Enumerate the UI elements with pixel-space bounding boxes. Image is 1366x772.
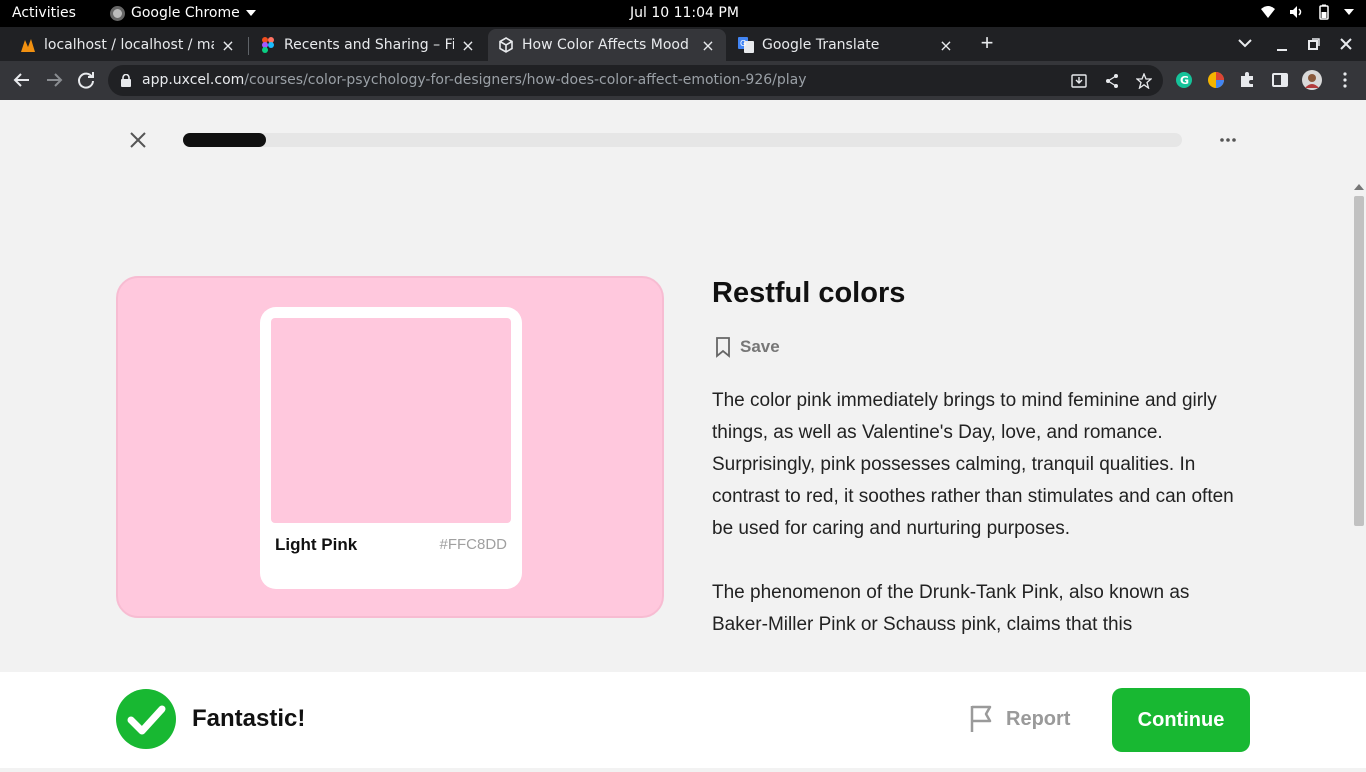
tab-title: How Color Affects Mood ( <box>522 37 694 53</box>
close-icon[interactable]: × <box>220 36 236 55</box>
activities-button[interactable]: Activities <box>12 5 76 21</box>
forward-icon[interactable] <box>43 69 65 91</box>
chevron-down-icon <box>1344 9 1354 15</box>
extension-icon[interactable] <box>1207 71 1225 89</box>
scroll-up-arrow-icon[interactable] <box>1354 184 1364 190</box>
sidepanel-icon[interactable] <box>1271 71 1289 89</box>
lock-icon[interactable] <box>120 74 132 87</box>
svg-text:G: G <box>1180 74 1189 87</box>
tab-title: localhost / localhost / mar <box>44 37 214 53</box>
save-button[interactable]: Save <box>712 336 1252 358</box>
close-icon[interactable]: × <box>700 36 716 55</box>
clock[interactable]: Jul 10 11:04 PM <box>630 5 739 21</box>
lesson-paragraph: The phenomenon of the Drunk-Tank Pink, a… <box>712 582 1190 635</box>
tab-strip: localhost / localhost / mar × Recents an… <box>0 27 1366 61</box>
flag-icon <box>970 705 992 732</box>
lesson-paragraph: The color pink immediately brings to min… <box>712 390 1234 539</box>
color-swatch-card: Light Pink #FFC8DD <box>260 307 522 589</box>
lesson-progress-fill <box>183 133 266 147</box>
check-icon <box>127 705 166 735</box>
tab-figma[interactable]: Recents and Sharing – Fig × <box>250 29 486 61</box>
phpmyadmin-icon <box>21 39 35 52</box>
color-swatch <box>271 318 511 523</box>
uxcel-icon <box>499 37 513 53</box>
lesson-content: Restful colors Save The color pink immed… <box>712 275 1252 641</box>
browser-toolbar: app.uxcel.com/courses/color-psychology-f… <box>0 61 1366 100</box>
app-name: Google Chrome <box>131 5 240 21</box>
new-tab-button[interactable]: + <box>976 32 998 55</box>
svg-text:G: G <box>740 39 746 48</box>
figma-icon <box>262 37 274 53</box>
close-icon[interactable]: × <box>938 36 954 55</box>
avatar-icon[interactable] <box>1302 70 1322 90</box>
close-icon[interactable] <box>128 130 148 150</box>
tab-title: Recents and Sharing – Fig <box>284 37 454 53</box>
address-bar[interactable]: app.uxcel.com/courses/color-psychology-f… <box>108 65 1163 96</box>
url-text[interactable]: app.uxcel.com/courses/color-psychology-f… <box>142 72 807 88</box>
lesson-progress-bar <box>183 133 1182 147</box>
chrome-icon <box>110 5 125 21</box>
reload-icon[interactable] <box>75 69 97 91</box>
app-menu[interactable]: Google Chrome <box>110 5 256 21</box>
tab-uxcel[interactable]: How Color Affects Mood ( × <box>488 29 726 61</box>
wifi-icon <box>1261 6 1275 18</box>
tab-phpmyadmin[interactable]: localhost / localhost / mar × <box>10 29 246 61</box>
success-badge <box>116 689 176 749</box>
tab-google-translate[interactable]: G Google Translate × <box>728 29 964 61</box>
close-icon[interactable]: × <box>460 36 476 55</box>
lesson-title: Restful colors <box>712 277 906 309</box>
lesson-page: Light Pink #FFC8DD Restful colors Save T… <box>0 100 1366 768</box>
url-host: app.uxcel.com <box>142 72 245 88</box>
back-icon[interactable] <box>11 69 33 91</box>
url-path: /courses/color-psychology-for-designers/… <box>244 72 807 88</box>
install-icon[interactable] <box>1071 73 1087 89</box>
save-label: Save <box>740 337 780 356</box>
google-translate-icon: G <box>738 37 754 53</box>
swatch-name: Light Pink <box>275 535 358 554</box>
more-icon[interactable] <box>1216 130 1240 150</box>
tab-search-chevron-icon[interactable] <box>1238 38 1252 48</box>
window-close-icon[interactable] <box>1340 38 1352 50</box>
report-label: Report <box>1006 707 1071 730</box>
report-button[interactable]: Report <box>968 704 1070 734</box>
share-icon[interactable] <box>1104 73 1120 89</box>
system-tray[interactable] <box>1260 4 1354 20</box>
minimize-icon[interactable] <box>1276 40 1288 52</box>
feedback-message: Fantastic! <box>192 705 306 732</box>
scroll-thumb[interactable] <box>1354 196 1364 526</box>
battery-icon <box>1319 4 1329 20</box>
maximize-icon[interactable] <box>1308 38 1320 50</box>
continue-button[interactable]: Continue <box>1112 688 1250 752</box>
star-icon[interactable] <box>1136 73 1152 89</box>
system-top-bar: Activities Google Chrome Jul 10 11:04 PM <box>0 0 1366 27</box>
tab-separator <box>248 37 249 55</box>
grammarly-icon[interactable]: G <box>1175 71 1193 89</box>
bookmark-icon <box>716 337 730 358</box>
feedback-bar: Fantastic! Report Continue <box>0 672 1366 768</box>
volume-icon <box>1290 6 1302 18</box>
chevron-down-icon <box>245 10 256 16</box>
swatch-hex: #FFC8DD <box>439 536 507 553</box>
puzzle-icon[interactable] <box>1239 71 1257 89</box>
tab-title: Google Translate <box>762 37 880 53</box>
color-illustration: Light Pink #FFC8DD <box>116 276 664 618</box>
chrome-menu-icon[interactable] <box>1336 71 1354 89</box>
